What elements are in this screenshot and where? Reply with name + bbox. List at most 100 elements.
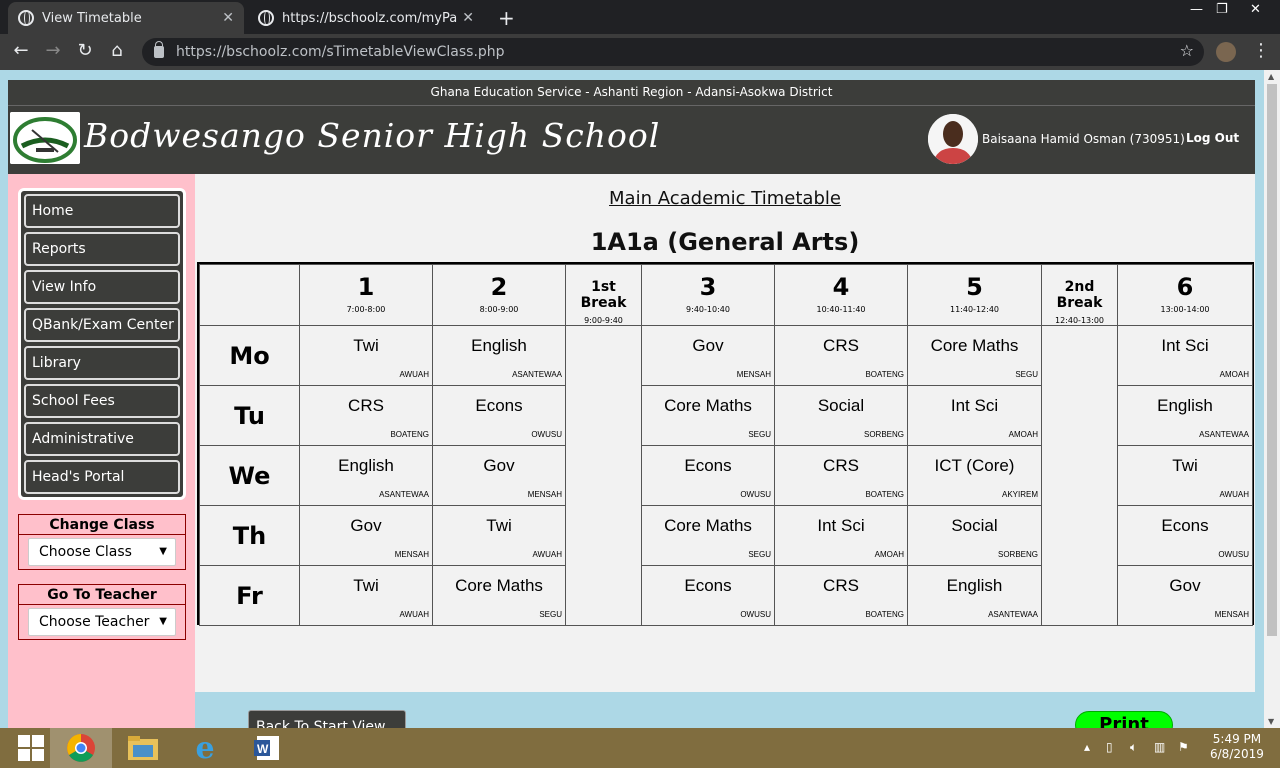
lesson-subject: Econs	[684, 576, 732, 595]
lesson-teacher: ASANTEWAA	[988, 610, 1038, 619]
change-class-select[interactable]: Choose Class ▼	[28, 538, 176, 566]
scroll-up-icon[interactable]: ▲	[1268, 72, 1274, 81]
flag-icon[interactable]: ⚑	[1178, 740, 1189, 754]
taskbar-chrome[interactable]	[50, 728, 112, 768]
region-bar: Ghana Education Service - Ashanti Region…	[8, 80, 1255, 106]
taskbar-word[interactable]: W	[236, 728, 298, 768]
lesson-teacher: AWUAH	[399, 370, 429, 379]
day-label: Th	[199, 505, 300, 566]
period-time: 7:00-8:00	[346, 305, 386, 314]
break-cell	[1041, 325, 1118, 626]
close-tab-icon[interactable]: ✕	[462, 10, 474, 26]
lesson-cell: Core Maths SEGU	[641, 505, 775, 566]
volume-icon[interactable]: 🔈︎	[1130, 740, 1137, 755]
taskbar-file-explorer[interactable]	[112, 728, 174, 768]
browser-nav-bar: ← → ↻ ⌂ https://bschoolz.com/sTimetableV…	[0, 34, 1280, 70]
period-number: 4	[832, 273, 850, 301]
lesson-subject: Gov	[483, 456, 515, 475]
sidebar-item-heads-portal[interactable]: Head's Portal	[24, 460, 180, 494]
change-class-box: Change Class Choose Class ▼	[18, 514, 186, 570]
day-label: Fr	[199, 565, 300, 626]
lesson-teacher: MENSAH	[394, 550, 429, 559]
day-label: Mo	[199, 325, 300, 386]
period-header: 5 11:40-12:40	[907, 264, 1042, 326]
lesson-subject: Core Maths	[664, 396, 752, 415]
lesson-teacher: BOATENG	[865, 610, 904, 619]
lesson-cell: Econs OWUSU	[1117, 505, 1253, 566]
lesson-cell: Twi AWUAH	[1117, 445, 1253, 506]
bookmark-star-icon[interactable]: ☆	[1180, 41, 1194, 60]
dropdown-arrow-icon: ▼	[159, 546, 167, 557]
period-number: 5	[966, 273, 983, 301]
new-tab-icon[interactable]: +	[498, 6, 515, 30]
taskbar-internet-explorer[interactable]: e	[174, 728, 236, 768]
lesson-cell: CRS BOATENG	[774, 445, 908, 506]
battery-icon[interactable]: ▯	[1106, 740, 1113, 754]
page-scrollbar[interactable]: ▲ ▼	[1264, 70, 1280, 728]
header-row: 1 7:00-8:00 2 8:00-9:00 1st Break 9:00-9:40…	[199, 264, 1253, 326]
lesson-teacher: SEGU	[748, 430, 771, 439]
scrollbar-thumb[interactable]	[1267, 84, 1277, 636]
reload-icon[interactable]: ↻	[74, 40, 96, 61]
word-icon: W	[254, 736, 279, 760]
globe-icon	[18, 10, 34, 26]
sidebar-item-reports[interactable]: Reports	[24, 232, 180, 266]
minimize-icon[interactable]: —	[1190, 2, 1203, 17]
tray-expand-icon[interactable]: ▴	[1084, 740, 1090, 754]
school-header: Bodwesango Senior High School Baisaana H…	[8, 106, 1255, 174]
address-bar[interactable]: https://bschoolz.com/sTimetableViewClass…	[142, 38, 1204, 66]
page: Ghana Education Service - Ashanti Region…	[0, 70, 1264, 742]
dropdown-arrow-icon: ▼	[159, 616, 167, 627]
back-icon[interactable]: ←	[10, 40, 32, 61]
day-label: We	[199, 445, 300, 506]
lesson-subject: Econs	[684, 456, 732, 475]
browser-tab-inactive[interactable]: https://bschoolz.com/myPageCh ✕	[248, 2, 484, 34]
period-header: 4 10:40-11:40	[774, 264, 908, 326]
lesson-cell: Gov MENSAH	[641, 325, 775, 386]
lock-icon	[154, 41, 164, 58]
sidebar-item-home[interactable]: Home	[24, 194, 180, 228]
lesson-teacher: BOATENG	[865, 370, 904, 379]
break-cell	[565, 325, 642, 626]
forward-icon[interactable]: →	[42, 40, 64, 61]
sidebar-item-qbank[interactable]: QBank/Exam Center	[24, 308, 180, 342]
lesson-subject: CRS	[348, 396, 384, 415]
lesson-cell: CRS BOATENG	[299, 385, 433, 446]
go-to-teacher-value: Choose Teacher	[39, 614, 150, 630]
lesson-cell: Int Sci AMOAH	[1117, 325, 1253, 386]
close-tab-icon[interactable]: ✕	[222, 10, 234, 26]
lesson-teacher: AMOAH	[874, 550, 904, 559]
class-name: 1A1a (General Arts)	[590, 228, 860, 256]
sidebar-item-library[interactable]: Library	[24, 346, 180, 380]
tab-title: View Timetable	[42, 10, 142, 26]
sidebar-item-view-info[interactable]: View Info	[24, 270, 180, 304]
lesson-cell: ICT (Core) AKYIREM	[907, 445, 1042, 506]
lesson-subject: ICT (Core)	[934, 456, 1015, 475]
lesson-teacher: OWUSU	[1218, 550, 1249, 559]
go-to-teacher-box: Go To Teacher Choose Teacher ▼	[18, 584, 186, 640]
go-to-teacher-select[interactable]: Choose Teacher ▼	[28, 608, 176, 636]
network-icon[interactable]: ▥	[1154, 740, 1165, 754]
browser-tab-active[interactable]: View Timetable ✕	[8, 2, 244, 34]
home-icon[interactable]: ⌂	[106, 40, 128, 61]
break-name: 2nd Break	[1056, 279, 1103, 311]
logout-link[interactable]: Log Out	[1186, 131, 1239, 145]
lesson-subject: Econs	[1161, 516, 1209, 535]
restore-icon[interactable]: ❐	[1216, 2, 1228, 17]
sidebar-item-school-fees[interactable]: School Fees	[24, 384, 180, 418]
sidebar-item-administrative[interactable]: Administrative	[24, 422, 180, 456]
lesson-subject: English	[946, 576, 1003, 595]
profile-avatar-icon[interactable]	[1216, 42, 1236, 62]
clock[interactable]: 5:49 PM 6/8/2019	[1210, 732, 1264, 762]
scroll-down-icon[interactable]: ▼	[1268, 717, 1274, 726]
url-text: https://bschoolz.com/sTimetableViewClass…	[176, 44, 505, 60]
lesson-teacher: SEGU	[539, 610, 562, 619]
lesson-teacher: OWUSU	[740, 490, 771, 499]
window-close-icon[interactable]: ✕	[1250, 2, 1261, 17]
period-number: 2	[490, 273, 508, 301]
lesson-teacher: AWUAH	[399, 610, 429, 619]
user-avatar	[928, 114, 978, 164]
globe-icon	[258, 10, 274, 26]
menu-kebab-icon[interactable]: ⋮	[1252, 40, 1270, 61]
lesson-cell: Core Maths SEGU	[907, 325, 1042, 386]
